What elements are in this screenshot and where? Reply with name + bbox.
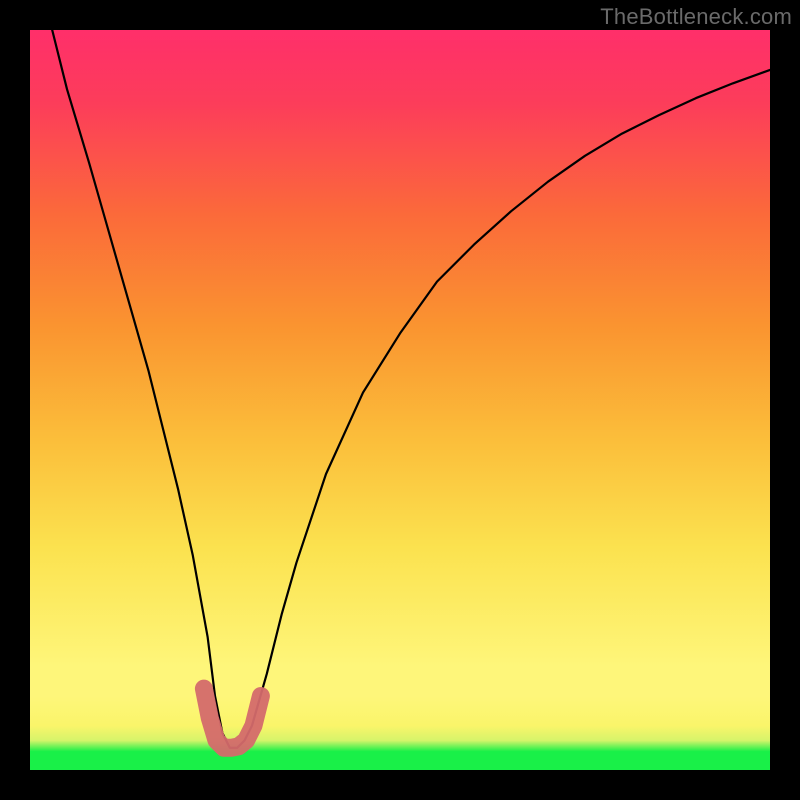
curve-svg — [30, 30, 770, 770]
outer-frame: TheBottleneck.com — [0, 0, 800, 800]
bottleneck-curve — [52, 30, 770, 748]
plot-area — [30, 30, 770, 770]
watermark: TheBottleneck.com — [600, 4, 792, 30]
highlight-bottom — [204, 689, 261, 748]
